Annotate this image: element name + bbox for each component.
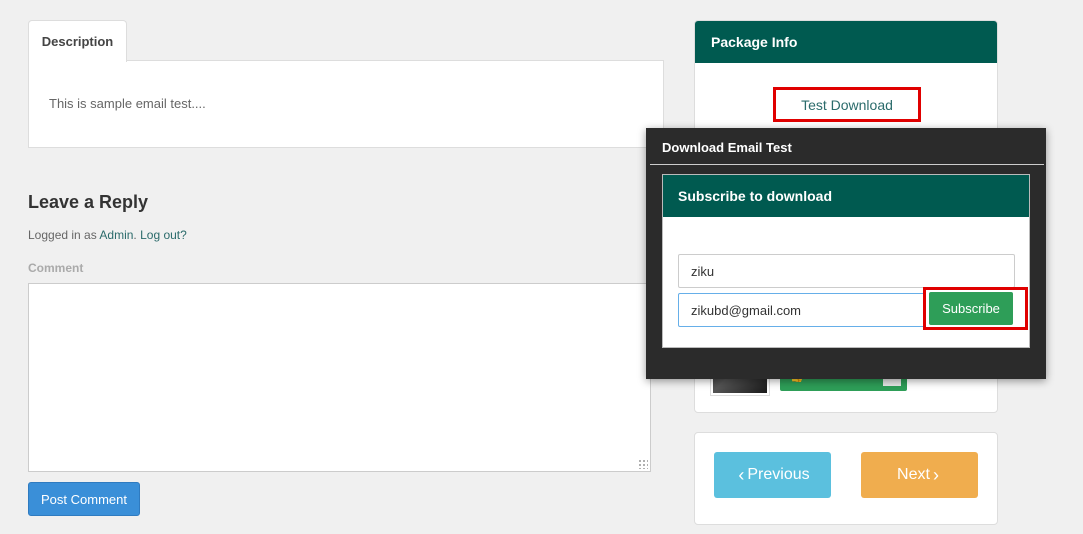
previous-button[interactable]: ‹ Previous (714, 452, 831, 498)
comment-textarea[interactable] (28, 283, 651, 472)
previous-label: Previous (747, 466, 810, 483)
download-popup: Download Email Test Subscribe to downloa… (646, 128, 1046, 379)
comment-label: Comment (28, 261, 84, 275)
post-comment-button[interactable]: Post Comment (28, 482, 140, 516)
next-button[interactable]: Next › (861, 452, 978, 498)
chevron-left-icon: ‹ (738, 464, 745, 485)
subscribe-highlight: Subscribe (923, 287, 1028, 330)
email-field[interactable] (678, 293, 926, 327)
tab-description-label: Description (41, 34, 114, 49)
logged-in-prefix: Logged in as (28, 228, 100, 242)
popup-title: Download Email Test (662, 140, 792, 155)
resize-grip-icon[interactable] (638, 459, 648, 469)
package-info-header: Package Info (695, 21, 997, 63)
logout-link[interactable]: Log out? (140, 228, 187, 242)
subscribe-panel: Subscribe to download Subscribe (662, 174, 1030, 348)
next-label: Next (897, 466, 930, 483)
tab-description[interactable]: Description (28, 20, 127, 62)
logged-in-text: Logged in as Admin. Log out? (28, 228, 187, 242)
test-download-link[interactable]: Test Download (773, 87, 921, 122)
admin-link[interactable]: Admin (99, 228, 133, 242)
subscribe-button[interactable]: Subscribe (929, 292, 1013, 325)
description-text: This is sample email test.... (49, 96, 206, 111)
popup-divider (650, 164, 1044, 165)
name-field[interactable] (678, 254, 1015, 288)
test-download-label: Test Download (801, 96, 893, 113)
subscribe-panel-title: Subscribe to download (663, 175, 1029, 217)
chevron-right-icon: › (932, 464, 939, 485)
reply-title: Leave a Reply (28, 192, 149, 212)
